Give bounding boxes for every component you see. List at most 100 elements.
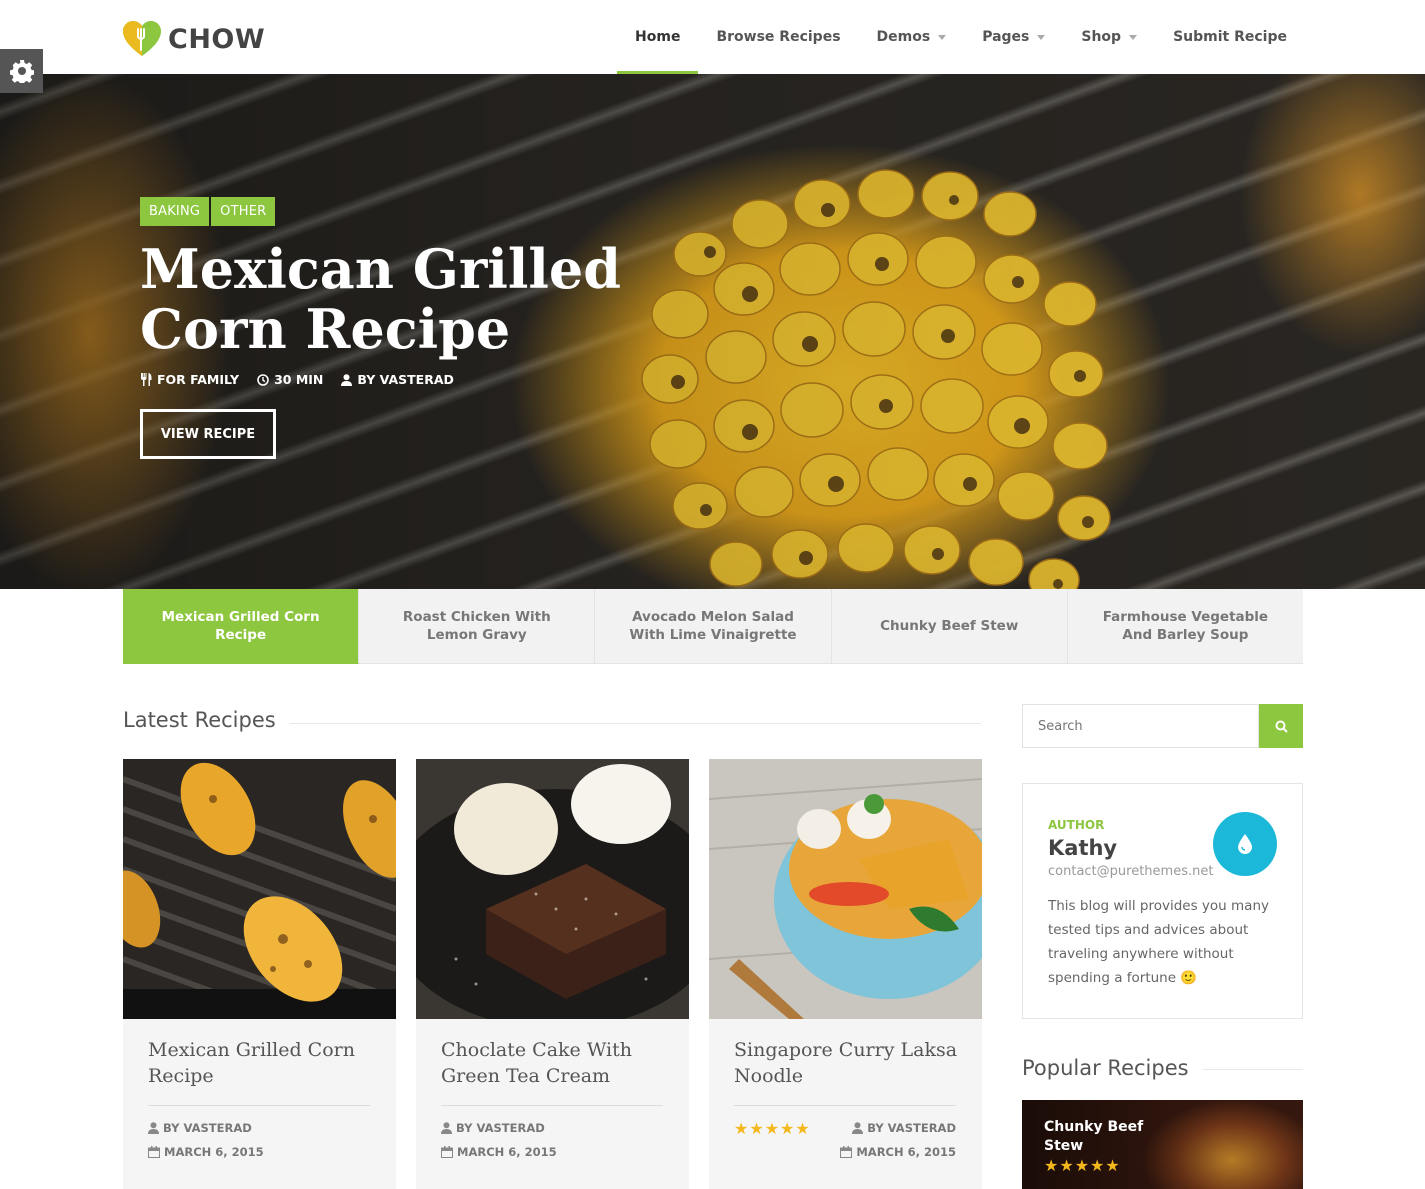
star-icon: ★ [734,1121,750,1138]
nav-browse-recipes-label: Browse Recipes [716,29,841,45]
tag-other[interactable]: OTHER [211,197,276,226]
hero-title[interactable]: Mexican Grilled Corn Recipe [140,239,660,359]
view-recipe-button[interactable]: VIEW RECIPE [140,409,276,459]
hero-meta-serves-text: FOR FAMILY [157,372,240,387]
caret-down-icon [1129,34,1138,40]
nav-shop[interactable]: Shop [1063,0,1155,74]
recipe-author-text: BY VASTERAD [867,1121,956,1135]
cutlery-icon [141,373,152,386]
author-label: AUTHOR [1048,818,1105,832]
corn-photo [123,759,396,1019]
hero-meta-time: 30 MIN [257,372,323,387]
nav-demos-label: Demos [876,29,931,45]
latest-recipes-heading: Latest Recipes [123,708,290,732]
user-icon [852,1122,864,1134]
recipe-card[interactable]: Choclate Cake With Green Tea Cream BY VA… [416,759,689,1189]
popular-recipes-heading: Popular Recipes [1022,1056,1203,1080]
star-icon: ★ [1074,1158,1091,1175]
calendar-icon [441,1146,453,1158]
hero-meta: FOR FAMILY 30 MIN BY VASTERAD [140,372,454,387]
recipe-author-text: BY VASTERAD [163,1121,252,1135]
nav-submit-recipe[interactable]: Submit Recipe [1155,0,1305,74]
recipe-date-text: MARCH 6, 2015 [164,1145,264,1159]
nav-demos[interactable]: Demos [859,0,965,74]
caret-down-icon [938,34,947,40]
site-logo[interactable]: CHOW [122,20,265,58]
nav-home[interactable]: Home [617,0,699,74]
site-header: CHOW Home Browse Recipes Demos Pages Sho… [0,0,1425,74]
calendar-icon [148,1146,160,1158]
star-icon: ★ [1105,1158,1121,1175]
search-button[interactable] [1259,704,1303,748]
gear-icon [9,60,34,83]
star-icon: ★ [795,1121,811,1138]
rating-stars: ★★★★★ [1044,1156,1121,1176]
logo-heart-icon [123,21,161,56]
cake-photo [416,759,689,1019]
recipe-image-cake[interactable] [416,759,689,1019]
recipe-author: BY VASTERAD [148,1121,252,1135]
slider-tab[interactable]: Farmhouse Vegetable And Barley Soup [1067,589,1304,664]
hero-slider: BAKING OTHER Mexican Grilled Corn Recipe… [0,74,1425,589]
laksa-photo [709,759,982,1019]
recipe-card[interactable]: Mexican Grilled Corn Recipe BY VASTERAD … [123,759,396,1189]
recipe-card-title[interactable]: Choclate Cake With Green Tea Cream [441,1037,671,1089]
recipe-author: BY VASTERAD [441,1121,545,1135]
star-icon: ★ [749,1121,765,1138]
hero-meta-author: BY VASTERAD [341,372,454,387]
recipe-date-text: MARCH 6, 2015 [856,1145,956,1159]
nav-pages-label: Pages [982,29,1030,45]
nav-browse-recipes[interactable]: Browse Recipes [698,0,858,74]
recipe-image-laksa[interactable] [709,759,982,1019]
star-icon: ★ [764,1121,781,1138]
popular-recipe-title[interactable]: Chunky Beef Stew [1044,1118,1144,1156]
recipe-image-corn[interactable] [123,759,396,1019]
slider-tabs: Mexican Grilled Corn Recipe Roast Chicke… [123,589,1304,664]
author-name: Kathy [1048,836,1118,860]
slider-tab[interactable]: Avocado Melon Salad With Lime Vinaigrett… [595,589,832,664]
user-icon [148,1122,159,1134]
user-icon [441,1122,452,1134]
water-drop-icon [1238,834,1252,854]
star-icon: ★ [1059,1158,1075,1175]
star-icon: ★ [780,1121,796,1138]
nav-home-label: Home [635,29,681,45]
slider-tab[interactable]: Chunky Beef Stew [831,589,1068,664]
nav-pages[interactable]: Pages [964,0,1063,74]
recipe-author-text: BY VASTERAD [456,1121,545,1135]
recipe-date-text: MARCH 6, 2015 [457,1145,557,1159]
avatar [1213,812,1277,876]
search-icon [1275,720,1288,733]
slider-tab[interactable]: Mexican Grilled Corn Recipe [123,589,360,664]
recipe-author: BY VASTERAD [852,1121,956,1135]
card-divider [734,1105,956,1106]
hero-meta-author-text: BY VASTERAD [357,372,454,387]
calendar-icon [840,1146,853,1158]
star-icon: ★ [1044,1158,1060,1175]
recipe-date: MARCH 6, 2015 [148,1145,264,1159]
hero-meta-serves: FOR FAMILY [140,372,239,387]
star-icon: ★ [1090,1158,1106,1175]
author-email[interactable]: contact@purethemes.net [1048,864,1213,879]
tag-baking[interactable]: BAKING [140,197,210,226]
nav-shop-label: Shop [1081,29,1122,45]
clock-icon [257,373,269,386]
recipe-date: MARCH 6, 2015 [441,1145,557,1159]
author-widget: AUTHOR Kathy contact@purethemes.net This… [1022,783,1303,1019]
style-switcher-toggle[interactable] [0,49,43,93]
logo-text: CHOW [168,23,266,55]
main-nav: Home Browse Recipes Demos Pages Shop Sub… [617,0,1305,74]
user-icon [341,373,353,386]
slider-tab[interactable]: Roast Chicken With Lemon Gravy [359,589,596,664]
recipe-card-title[interactable]: Mexican Grilled Corn Recipe [148,1037,378,1089]
hero-meta-time-text: 30 MIN [274,372,324,387]
author-bio: This blog will provides you many tested … [1048,898,1269,986]
search-input[interactable] [1022,704,1259,748]
recipe-card-title[interactable]: Singapore Curry Laksa Noodle [734,1037,964,1089]
popular-recipe-item[interactable]: Chunky Beef Stew ★★★★★ [1022,1100,1303,1189]
card-divider [441,1105,663,1106]
recipe-card[interactable]: Singapore Curry Laksa Noodle ★★★★★ BY VA… [709,759,982,1189]
recipe-date: MARCH 6, 2015 [840,1145,956,1159]
card-divider [148,1105,370,1106]
rating-stars: ★★★★★ [734,1119,811,1139]
